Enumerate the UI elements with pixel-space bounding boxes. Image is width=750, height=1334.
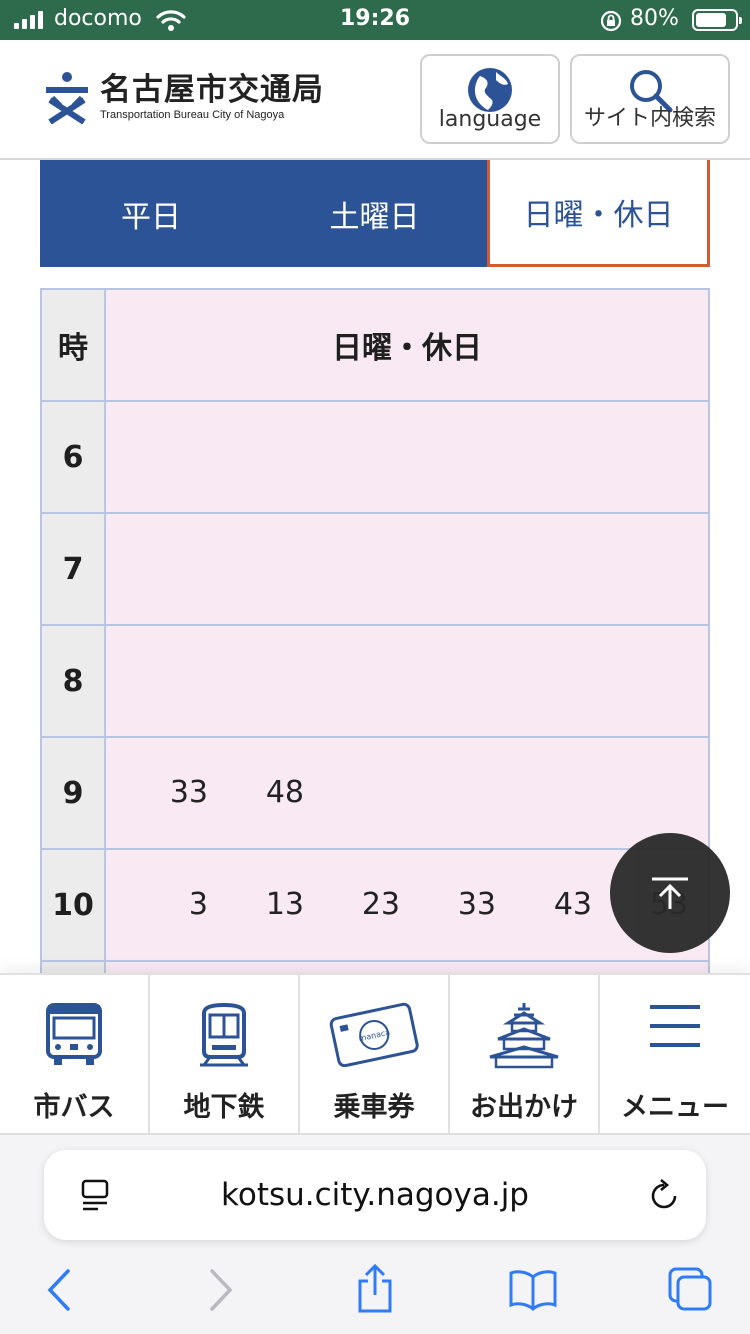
share-icon[interactable] bbox=[354, 1263, 396, 1315]
hour-cell: 6 bbox=[42, 402, 106, 512]
site-header: 名古屋市交通局 Transportation Bureau City of Na… bbox=[0, 40, 750, 160]
address-bar[interactable]: kotsu.city.nagoya.jp bbox=[44, 1150, 706, 1240]
forward-icon[interactable] bbox=[206, 1267, 236, 1313]
browser-toolbar: kotsu.city.nagoya.jp bbox=[0, 1135, 750, 1334]
departure-minute: 33 bbox=[169, 775, 208, 810]
nav-label: 乗車券 bbox=[333, 1092, 415, 1123]
status-bar: docomo 19:26 80% bbox=[0, 0, 750, 40]
table-row: 7 bbox=[42, 514, 708, 626]
rotation-lock-icon bbox=[600, 10, 622, 32]
minutes-cell: 33 48 bbox=[106, 738, 708, 848]
departure-minute: 48 bbox=[265, 775, 304, 810]
hamburger-menu-icon bbox=[650, 1005, 700, 1047]
nav-label: 地下鉄 bbox=[183, 1092, 265, 1123]
day-type-tabs: 平日 土曜日 日曜・休日 bbox=[40, 160, 710, 267]
table-row: 8 bbox=[42, 626, 708, 738]
site-search-button[interactable]: サイト内検索 bbox=[570, 54, 730, 144]
nav-label: 市バス bbox=[33, 1092, 115, 1123]
table-row: 10 3 13 23 33 43 53 bbox=[42, 850, 708, 962]
battery-percent: 80% bbox=[630, 6, 679, 31]
hour-cell: 8 bbox=[42, 626, 106, 736]
nav-menu[interactable]: メニュー bbox=[600, 975, 750, 1135]
table-header-row: 時 日曜・休日 bbox=[42, 290, 708, 402]
nav-label: お出かけ bbox=[470, 1092, 578, 1123]
table-row: 6 bbox=[42, 402, 708, 514]
nav-subway[interactable]: 地下鉄 bbox=[150, 975, 300, 1135]
departure-minute: 43 bbox=[553, 887, 592, 922]
arrow-up-icon bbox=[652, 877, 688, 909]
hour-cell: 9 bbox=[42, 738, 106, 848]
column-header: 日曜・休日 bbox=[106, 290, 708, 400]
logo-japanese-text: 名古屋市交通局 bbox=[100, 72, 324, 108]
site-search-label: サイト内検索 bbox=[583, 106, 716, 131]
nav-outings[interactable]: お出かけ bbox=[450, 975, 600, 1135]
tab-weekday[interactable]: 平日 bbox=[40, 160, 262, 267]
hour-header: 時 bbox=[42, 290, 106, 400]
departure-minute: 23 bbox=[361, 887, 400, 922]
nav-label: メニュー bbox=[621, 1092, 729, 1123]
table-row: 9 33 48 bbox=[42, 738, 708, 850]
language-label: language bbox=[438, 107, 542, 132]
transportation-bureau-logo-icon bbox=[46, 72, 88, 124]
castle-icon bbox=[489, 1003, 559, 1069]
battery-icon bbox=[692, 9, 742, 31]
back-icon[interactable] bbox=[44, 1267, 74, 1313]
bottom-navigation: 市バス 地下鉄 manaca 乗車券 お出かけ メニュー bbox=[0, 973, 750, 1135]
hour-cell: 10 bbox=[42, 850, 106, 960]
tabs-icon[interactable] bbox=[666, 1265, 714, 1313]
nav-tickets[interactable]: manaca 乗車券 bbox=[300, 975, 450, 1135]
url-text: kotsu.city.nagoya.jp bbox=[221, 1177, 529, 1213]
language-button[interactable]: language bbox=[420, 54, 560, 144]
nav-city-bus[interactable]: 市バス bbox=[0, 975, 150, 1135]
bookmarks-icon[interactable] bbox=[508, 1267, 558, 1311]
minutes-cell bbox=[106, 514, 708, 624]
departure-minute: 13 bbox=[265, 887, 304, 922]
departure-minute: 33 bbox=[457, 887, 496, 922]
timetable: 時 日曜・休日 6 7 8 9 33 48 10 3 13 23 33 43 5… bbox=[40, 288, 710, 982]
logo-english-text: Transportation Bureau City of Nagoya bbox=[100, 109, 285, 121]
subway-icon bbox=[200, 1002, 248, 1067]
reload-icon[interactable] bbox=[648, 1178, 680, 1212]
tab-saturday[interactable]: 土曜日 bbox=[262, 160, 487, 267]
hour-cell: 7 bbox=[42, 514, 106, 624]
departure-minute: 3 bbox=[188, 887, 208, 922]
minutes-cell bbox=[106, 626, 708, 736]
minutes-cell bbox=[106, 402, 708, 512]
scroll-to-top-button[interactable] bbox=[610, 833, 730, 953]
tab-sunday-holiday[interactable]: 日曜・休日 bbox=[487, 160, 710, 267]
manaca-card-icon: manaca bbox=[329, 1002, 419, 1067]
bus-icon bbox=[46, 1003, 102, 1065]
site-logo[interactable]: 名古屋市交通局 Transportation Bureau City of Na… bbox=[42, 70, 324, 124]
